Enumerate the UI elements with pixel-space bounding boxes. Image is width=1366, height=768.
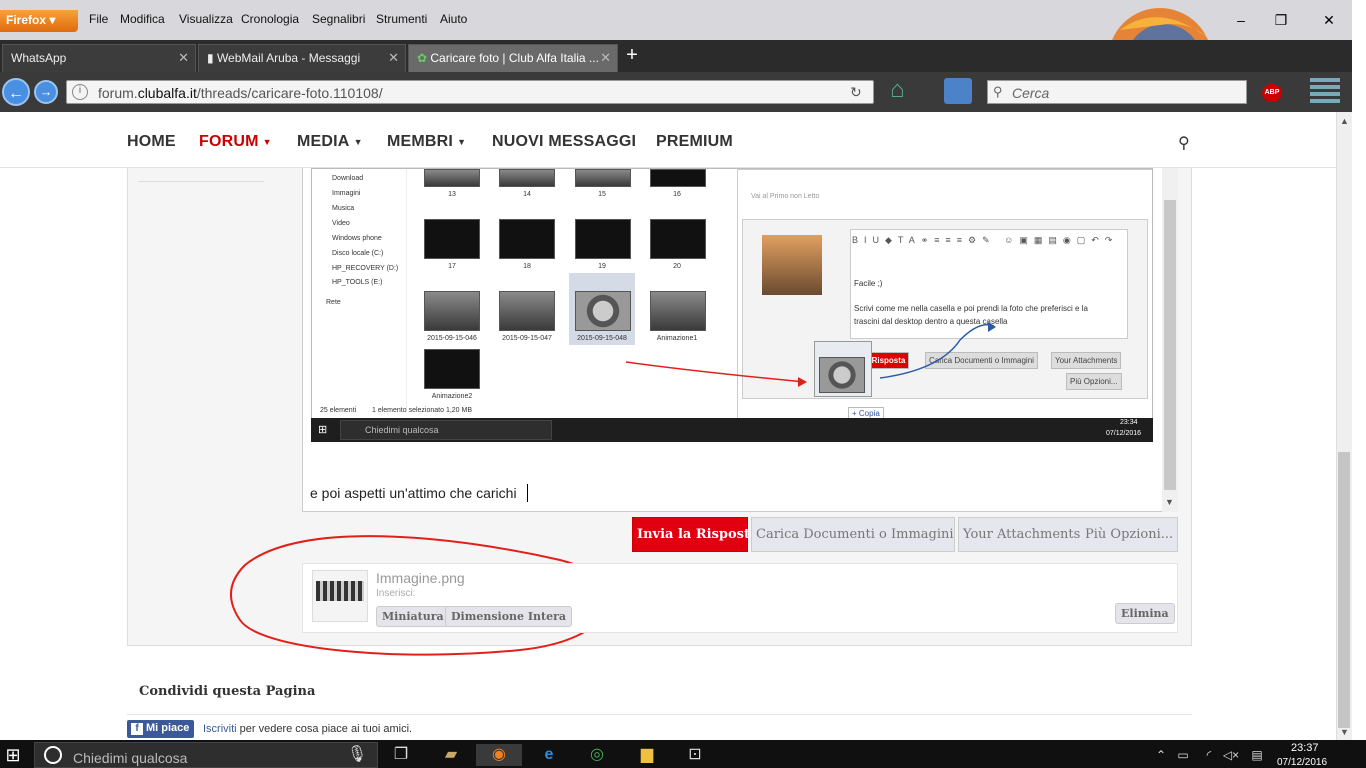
- notification-icon[interactable]: ▤: [1246, 744, 1268, 766]
- text-cursor: [527, 484, 528, 502]
- insert-thumbnail-button[interactable]: Miniatura: [376, 606, 450, 627]
- window-edge: [1352, 0, 1366, 768]
- upload-files-button[interactable]: Carica Documenti o Immagini: [751, 517, 955, 552]
- attachment-thumbnail: [312, 570, 368, 622]
- app-icon[interactable]: ▰: [440, 744, 462, 766]
- attachment-filename[interactable]: Immagine.png: [376, 570, 465, 586]
- facebook-like-button[interactable]: f Mi piace: [127, 720, 195, 738]
- insert-full-size-button[interactable]: Dimensione Intera: [445, 606, 573, 627]
- divider: [127, 714, 1192, 715]
- volume-icon[interactable]: ◁×: [1220, 744, 1242, 766]
- delete-attachment-button[interactable]: Elimina: [1115, 603, 1175, 624]
- red-arrow-head: [798, 377, 807, 387]
- clock-date[interactable]: 07/12/2016: [1277, 757, 1327, 768]
- edge-icon[interactable]: e: [538, 744, 560, 766]
- send-reply-button[interactable]: Invia la Risposta: [632, 517, 758, 552]
- like-label: Mi piace: [146, 722, 190, 734]
- page-scrollbar-thumb[interactable]: [1338, 452, 1350, 728]
- scroll-down-icon[interactable]: ▼: [1340, 727, 1349, 737]
- cortana-icon: [44, 746, 62, 764]
- scroll-up-icon[interactable]: ▲: [1340, 116, 1349, 126]
- insert-label: Inserisci:: [376, 588, 416, 599]
- more-options-button[interactable]: Più Opzioni...: [1081, 517, 1178, 552]
- annotation-overlay: [229, 322, 996, 656]
- taskbar-search-placeholder: Chiedimi qualcosa: [73, 750, 188, 766]
- clock-time[interactable]: 23:37: [1291, 742, 1319, 754]
- task-view-icon[interactable]: ❐: [390, 744, 412, 766]
- windows-start-icon[interactable]: ⊞: [2, 744, 24, 766]
- wifi-icon[interactable]: ◜: [1198, 744, 1220, 766]
- chevron-up-icon[interactable]: ⌃: [1150, 744, 1172, 766]
- microphone-icon[interactable]: 🎙: [346, 744, 368, 766]
- file-explorer-icon[interactable]: ▆: [636, 744, 658, 766]
- blue-arrow: [879, 323, 995, 379]
- chrome-icon[interactable]: ◎: [586, 744, 608, 766]
- your-attachments-button[interactable]: Your Attachments: [958, 517, 1082, 552]
- red-arrow: [625, 361, 806, 383]
- firefox-taskbar-icon[interactable]: ◉: [476, 744, 522, 766]
- facebook-signup-text: Iscriviti per vedere cosa piace ai tuoi …: [203, 723, 413, 735]
- battery-icon[interactable]: ▭: [1172, 744, 1194, 766]
- blue-arrow-head: [988, 322, 996, 332]
- signup-link[interactable]: Iscriviti: [203, 723, 237, 735]
- share-title: Condividi questa Pagina: [139, 684, 316, 699]
- editor-text[interactable]: e poi aspetti un'attimo che carichi: [310, 485, 517, 501]
- facebook-icon: f: [131, 723, 143, 735]
- store-icon[interactable]: ⊡: [684, 744, 706, 766]
